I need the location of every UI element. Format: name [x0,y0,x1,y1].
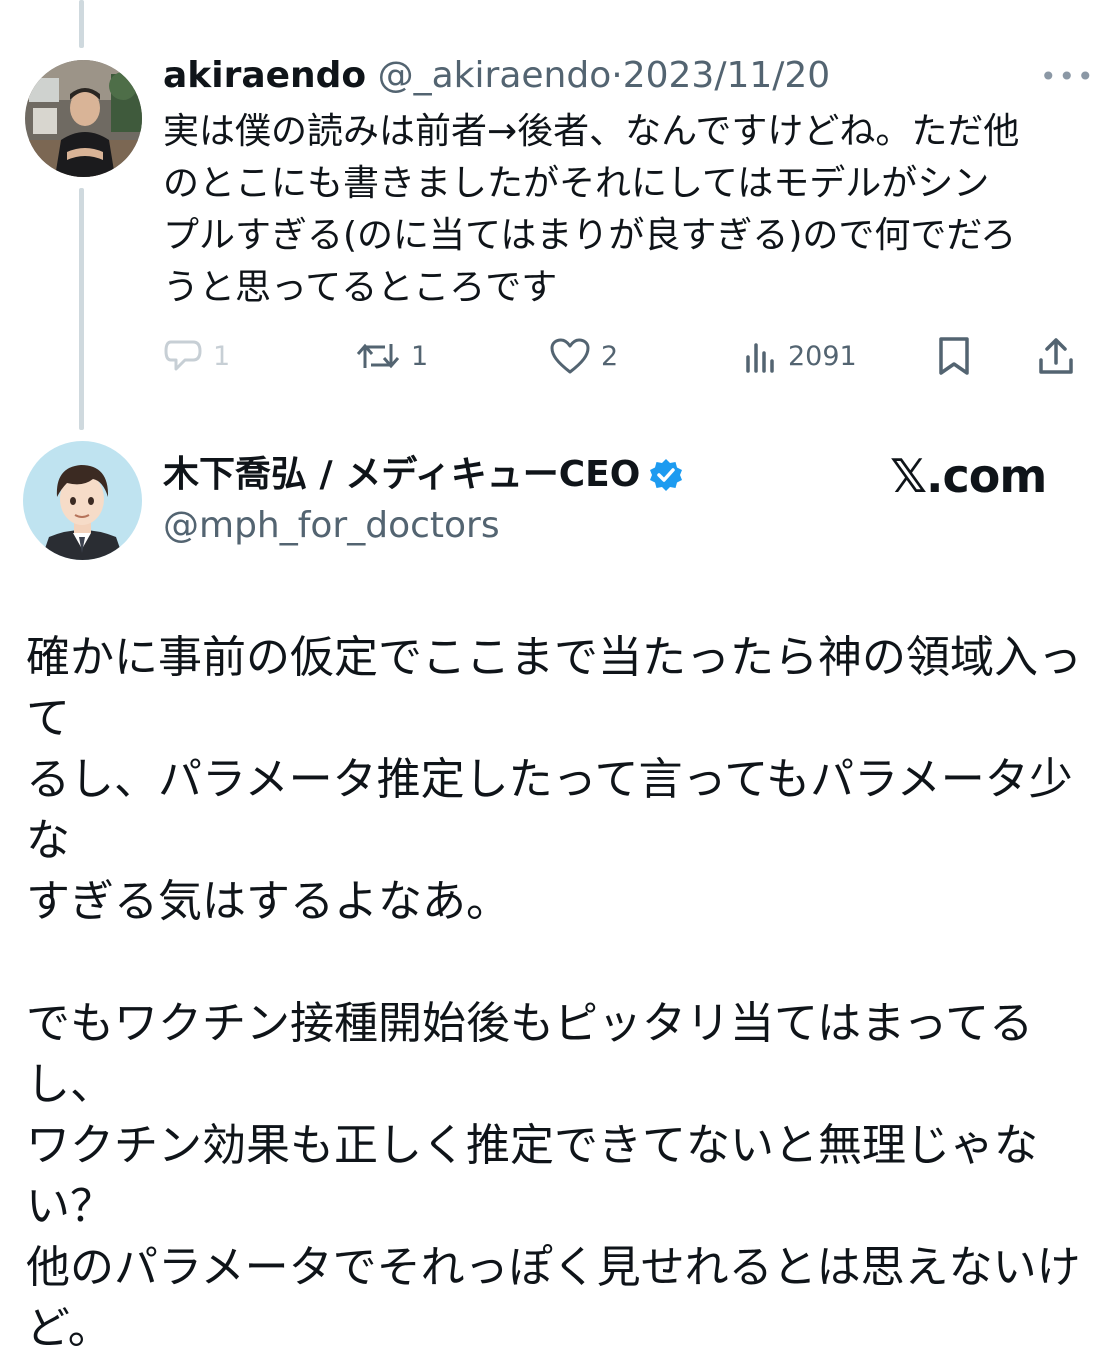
share-action[interactable] [1037,334,1075,378]
reply-display-name[interactable]: akiraendo [163,55,366,96]
main-tweet-text: 確かに事前の仮定でここまで当たったら神の領域入って るし、パラメータ推定したって… [26,632,1082,1354]
avatar-mph-for-doctors[interactable] [23,441,142,560]
reply-tweet-text: 実は僕の読みは前者→後者、なんですけどね。ただ他 のとこにも書きましたがそれにし… [163,111,1020,308]
repost-count: 1 [411,340,429,372]
thread-line-top [79,0,84,48]
more-horizontal-icon[interactable]: ••• [1040,60,1096,93]
verified-badge-icon [650,459,683,491]
thread-line-bottom [79,188,84,430]
avatar-akiraendo[interactable] [25,60,142,177]
view-count: 2091 [788,340,857,372]
reply-handle[interactable]: @_akiraendo [378,55,612,96]
bookmark-icon [939,337,969,375]
main-author-name-row: 木下喬弘 / メディキューCEO [163,452,684,498]
reply-action[interactable]: 1 [163,334,230,378]
reply-date[interactable]: 2023/11/20 [623,55,831,96]
main-display-name[interactable]: 木下喬弘 / メディキューCEO [163,452,640,498]
repost-icon [356,343,400,369]
repost-action[interactable]: 1 [355,334,428,378]
bookmark-action[interactable] [936,334,972,378]
reply-header: akiraendo @_akiraendo·2023/11/20 [163,54,830,98]
main-handle[interactable]: @mph_for_doctors [163,503,500,549]
heart-icon [550,338,590,374]
reply-bubble-icon [164,340,202,371]
like-count: 2 [601,340,619,372]
reply-separator: · [611,55,623,96]
reply-count: 1 [213,340,231,372]
views-action[interactable]: 2091 [744,334,857,378]
like-action[interactable]: 2 [549,334,618,378]
share-icon [1039,338,1073,374]
views-chart-icon [746,343,774,373]
x-com-brand: 𝕏.com [890,449,1047,503]
